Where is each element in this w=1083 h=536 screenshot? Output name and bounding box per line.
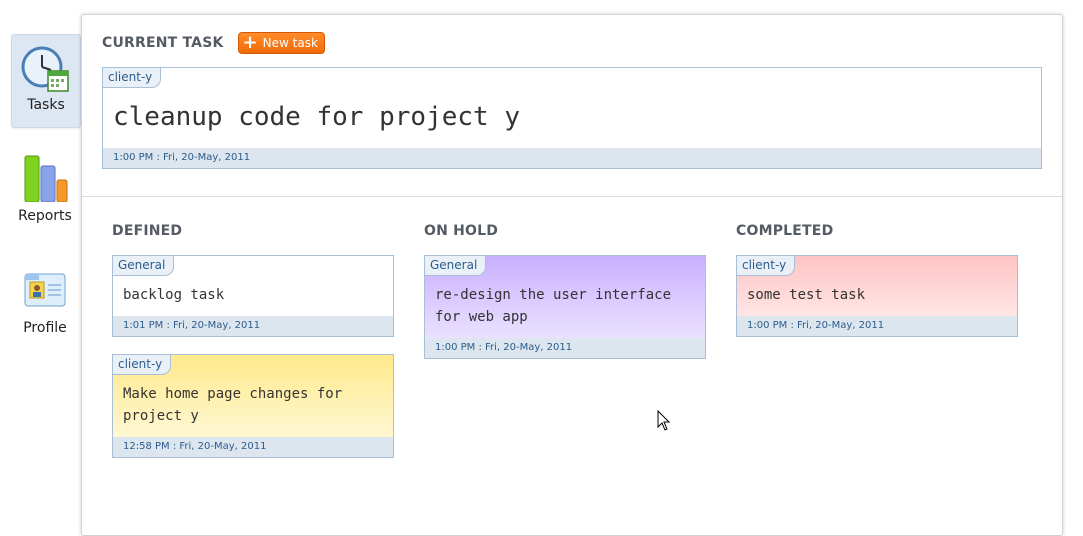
new-task-label: New task	[262, 36, 318, 50]
task-card[interactable]: client-y Make home page changes for proj…	[112, 354, 394, 458]
task-timestamp: 12:58 PM : Fri, 20-May, 2011	[113, 437, 393, 457]
task-timestamp: 1:00 PM : Fri, 20-May, 2011	[425, 338, 705, 358]
mouse-pointer-icon	[657, 410, 671, 431]
column-title-completed: COMPLETED	[736, 223, 834, 239]
task-timestamp: 1:00 PM : Fri, 20-May, 2011	[737, 316, 1017, 336]
column-title-on-hold: ON HOLD	[424, 223, 499, 239]
sidebar-item-tasks[interactable]: Tasks	[11, 34, 81, 128]
sidebar: Tasks Reports Profile	[0, 0, 82, 510]
task-timestamp: 1:01 PM : Fri, 20-May, 2011	[113, 316, 393, 336]
clock-calendar-icon	[21, 46, 69, 92]
sidebar-item-label: Reports	[18, 208, 72, 224]
task-tag: client-y	[113, 355, 172, 375]
task-card[interactable]: client-y some test task 1:00 PM : Fri, 2…	[736, 255, 1018, 337]
new-task-button[interactable]: + New task	[237, 32, 325, 54]
task-tag: General	[113, 256, 175, 276]
task-tag: General	[425, 256, 487, 276]
task-timestamp: 1:00 PM : Fri, 20-May, 2011	[103, 148, 1041, 168]
current-task-title: cleanup code for project y	[113, 102, 520, 132]
task-text: backlog task	[123, 287, 225, 303]
plus-icon: +	[242, 32, 258, 53]
current-task-heading: CURRENT TASK	[102, 35, 224, 51]
current-task-header: CURRENT TASK + New task	[102, 32, 325, 54]
task-tag: client-y	[737, 256, 796, 276]
task-text: some test task	[747, 287, 866, 303]
task-card[interactable]: General backlog task 1:01 PM : Fri, 20-M…	[112, 255, 394, 337]
column-title-defined: DEFINED	[112, 223, 183, 239]
task-card[interactable]: General re-design the user interface for…	[424, 255, 706, 359]
sidebar-item-reports[interactable]: Reports	[11, 150, 79, 230]
bar-chart-icon	[24, 155, 68, 202]
task-tag: client-y	[103, 68, 162, 88]
id-card-icon	[24, 273, 66, 307]
task-text: Make home page changes for project y	[123, 386, 343, 424]
sidebar-item-profile[interactable]: Profile	[11, 270, 79, 340]
divider	[82, 196, 1062, 197]
sidebar-item-label: Profile	[23, 320, 67, 336]
main-panel: CURRENT TASK + New task client-y cleanup…	[81, 14, 1063, 536]
sidebar-item-label: Tasks	[27, 97, 65, 113]
current-task-card[interactable]: client-y cleanup code for project y 1:00…	[102, 67, 1042, 169]
task-text: re-design the user interface for web app	[435, 287, 672, 325]
